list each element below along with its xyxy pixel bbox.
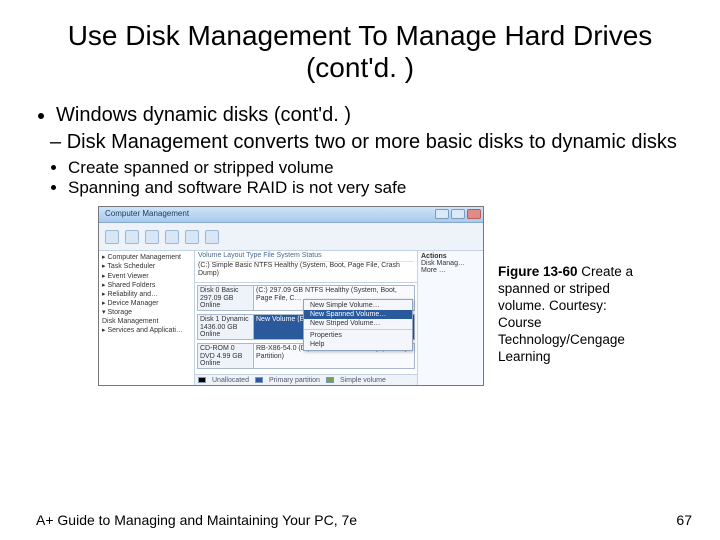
nav-tree: ▸ Computer Management ▸ Task Scheduler ▸…	[99, 251, 195, 385]
figure-caption: Figure 13-60 Create a spanned or striped…	[498, 206, 650, 365]
legend-swatch-unallocated	[198, 377, 206, 383]
tree-item: ▾ Storage	[102, 308, 191, 317]
legend: Unallocated Primary partition Simple vol…	[195, 374, 417, 385]
bullet-list-l2: Disk Management converts two or more bas…	[28, 131, 692, 154]
bullet-l3a: Create spanned or stripped volume	[68, 158, 692, 178]
legend-label: Unallocated	[212, 377, 249, 384]
disk-label: Disk 0 Basic 297.09 GB Online	[198, 286, 254, 310]
disk-label: CD-ROM 0 DVD 4.99 GB Online	[198, 344, 254, 368]
tool-icon	[145, 230, 159, 244]
bullet-list-l1: Windows dynamic disks (cont'd. )	[28, 104, 692, 127]
screenshot: Computer Management ▸ Computer Managemen…	[98, 206, 484, 386]
context-menu-item: New Simple Volume…	[304, 301, 412, 310]
max-icon	[451, 209, 465, 219]
tool-icon	[185, 230, 199, 244]
context-menu-item: New Striped Volume…	[304, 319, 412, 328]
disk-label: Disk 1 Dynamic 1436.00 GB Online	[198, 315, 254, 339]
tree-item: ▸ Task Scheduler	[102, 262, 191, 271]
volume-table: Volume Layout Type File System Status (C…	[195, 251, 417, 283]
window-title-text: Computer Management	[105, 209, 189, 218]
window-buttons	[435, 209, 481, 219]
tree-item: ▸ Reliability and…	[102, 290, 191, 299]
bullet-l3b: Spanning and software RAID is not very s…	[68, 178, 692, 198]
context-menu: New Simple Volume…New Spanned Volume…New…	[303, 299, 413, 351]
actions-item: Disk Manag…	[421, 260, 480, 267]
tool-icon	[205, 230, 219, 244]
context-menu-item: Properties	[304, 331, 412, 340]
actions-pane: Actions Disk Manag… More …	[417, 251, 483, 385]
legend-swatch-primary	[255, 377, 263, 383]
context-menu-item: New Spanned Volume…	[304, 310, 412, 319]
bullet-l2: Disk Management converts two or more bas…	[50, 131, 692, 154]
tool-icon	[105, 230, 119, 244]
tree-item: ▸ Computer Management	[102, 253, 191, 262]
slide-title: Use Disk Management To Manage Hard Drive…	[28, 20, 692, 84]
table-header: Volume Layout Type File System Status	[198, 252, 414, 261]
tree-item: ▸ Shared Folders	[102, 281, 191, 290]
min-icon	[435, 209, 449, 219]
tree-item: ▸ Device Manager	[102, 299, 191, 308]
caption-bold: Figure 13-60	[498, 264, 578, 279]
context-menu-item: Help	[304, 340, 412, 349]
close-icon	[467, 209, 481, 219]
tree-item: ▸ Services and Applicati…	[102, 326, 191, 335]
window-titlebar: Computer Management	[99, 207, 483, 223]
legend-label: Simple volume	[340, 377, 386, 384]
toolbar	[99, 223, 483, 251]
tool-icon	[165, 230, 179, 244]
page-number: 67	[676, 512, 692, 528]
legend-label: Primary partition	[269, 377, 320, 384]
actions-item: More …	[421, 267, 480, 274]
table-row: (C:) Simple Basic NTFS Healthy (System, …	[198, 262, 414, 279]
bullet-list-l3: Create spanned or stripped volume Spanni…	[28, 158, 692, 198]
legend-swatch-simple	[326, 377, 334, 383]
tool-icon	[125, 230, 139, 244]
footer-left: A+ Guide to Managing and Maintaining You…	[36, 512, 357, 528]
tree-item: Disk Management	[102, 317, 191, 326]
tree-item: ▸ Event Viewer	[102, 272, 191, 281]
figure-area: Computer Management ▸ Computer Managemen…	[98, 206, 692, 386]
actions-title: Actions	[421, 253, 480, 260]
bullet-l1: Windows dynamic disks (cont'd. )	[56, 104, 692, 127]
